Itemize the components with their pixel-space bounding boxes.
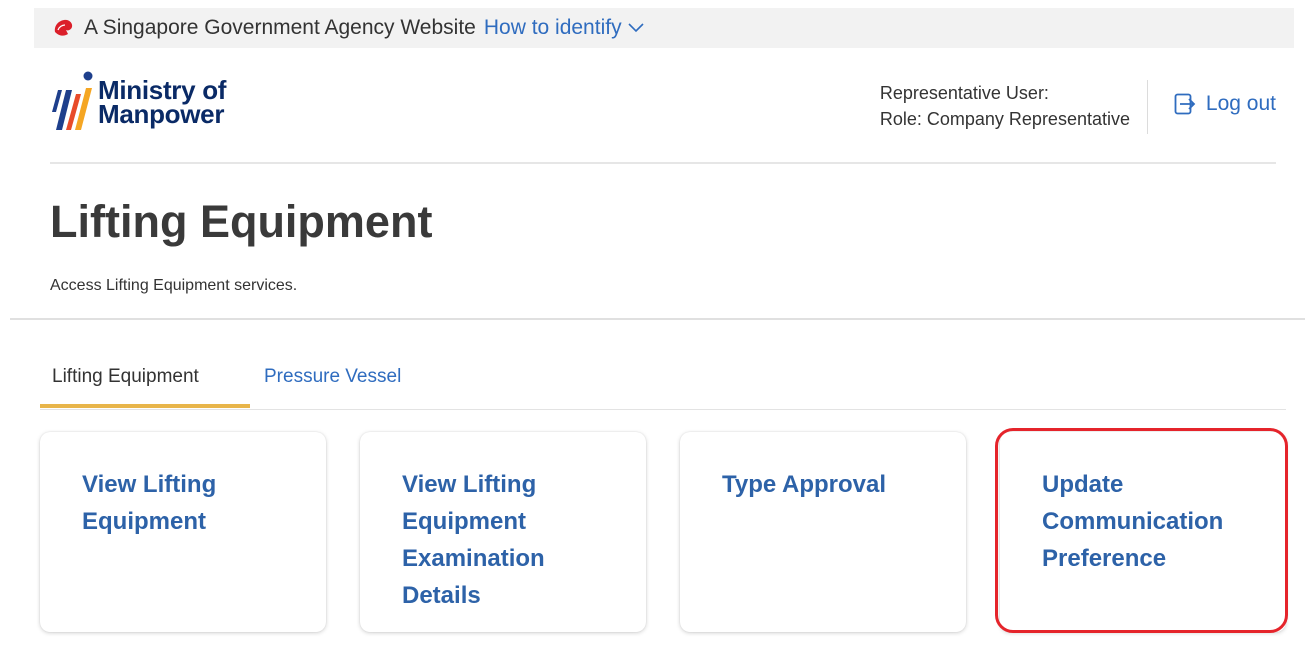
section-divider <box>10 318 1305 320</box>
gov-masthead: A Singapore Government Agency Website Ho… <box>0 0 1305 52</box>
how-to-identify-link[interactable]: How to identify <box>484 16 644 40</box>
card-title[interactable]: View Lifting Equipment <box>82 466 302 540</box>
logout-icon[interactable] <box>1174 93 1196 115</box>
service-tabs: Lifting Equipment Pressure Vessel <box>40 356 1286 410</box>
card-view-lifting-equipment[interactable]: View Lifting Equipment <box>40 432 326 632</box>
chevron-down-icon[interactable] <box>628 23 644 33</box>
card-title[interactable]: Type Approval <box>722 466 942 503</box>
page-title: Lifting Equipment <box>50 196 433 247</box>
card-type-approval[interactable]: Type Approval <box>680 432 966 632</box>
logout-button[interactable]: Log out <box>1174 92 1276 116</box>
representative-user-label: Representative User: <box>879 83 1049 103</box>
card-update-communication-preference[interactable]: Update Communication Preference <box>1000 432 1286 632</box>
card-title[interactable]: View Lifting Equipment Examination Detai… <box>402 466 622 614</box>
card-title[interactable]: Update Communication Preference <box>1042 466 1262 577</box>
logout-label[interactable]: Log out <box>1206 92 1276 116</box>
logo-line2: Manpower <box>98 99 225 129</box>
header-divider <box>1147 80 1148 134</box>
card-view-examination-details[interactable]: View Lifting Equipment Examination Detai… <box>360 432 646 632</box>
page-description: Access Lifting Equipment services. <box>50 277 298 294</box>
user-role: Role: Company Representative <box>879 109 1130 129</box>
lion-head-icon <box>54 19 73 36</box>
mom-logo[interactable]: Ministry of Manpower <box>50 68 226 136</box>
mom-logo-text: Ministry of Manpower <box>98 77 226 129</box>
active-tab-indicator <box>40 404 250 408</box>
tab-pressure-vessel[interactable]: Pressure Vessel <box>264 366 401 388</box>
masthead-text: A Singapore Government Agency Website <box>84 16 476 39</box>
user-info: Representative User: Role: Company Repre… <box>880 80 1130 132</box>
masthead-bar: A Singapore Government Agency Website Ho… <box>34 8 1294 48</box>
how-to-identify-label[interactable]: How to identify <box>484 16 622 40</box>
site-header: Ministry of Manpower Representative User… <box>50 58 1276 164</box>
tab-lifting-equipment[interactable]: Lifting Equipment <box>52 366 199 388</box>
mom-logo-icon <box>52 71 93 130</box>
